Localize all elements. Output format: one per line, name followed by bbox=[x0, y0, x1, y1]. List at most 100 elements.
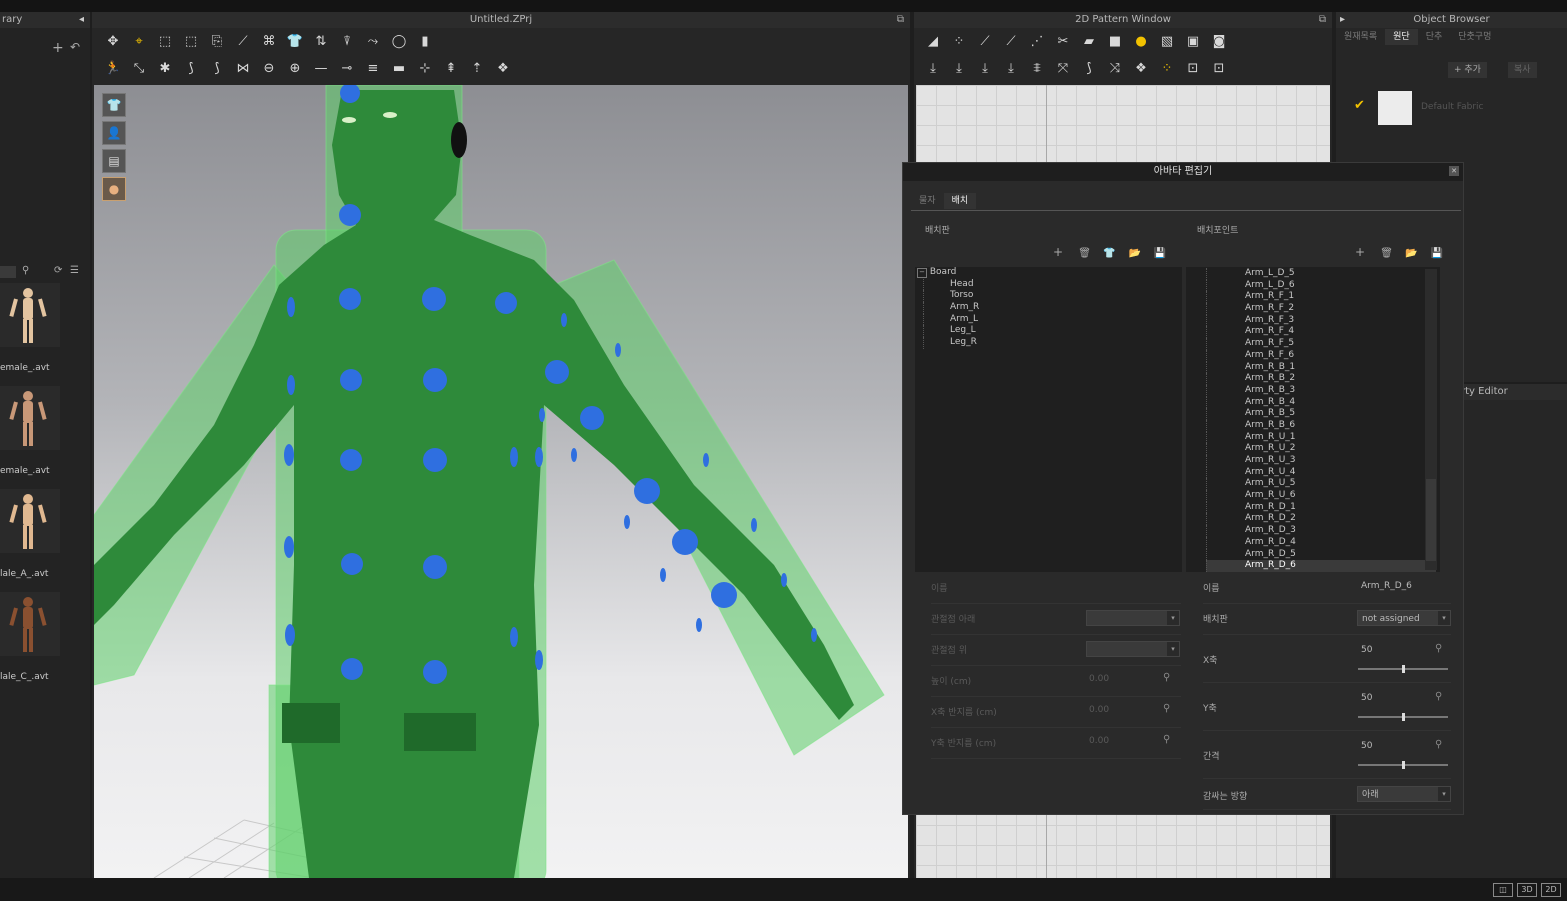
avatar-view-icon[interactable]: 👤 bbox=[102, 121, 126, 145]
line-tool-icon[interactable]: — bbox=[311, 60, 331, 78]
delete-point-icon[interactable]: 🗑 bbox=[1380, 248, 1402, 259]
rectangle-icon[interactable]: ■ bbox=[1105, 33, 1125, 51]
pleat-icon[interactable]: ⤓ bbox=[975, 60, 995, 78]
list-item[interactable]: Arm_R_U_1 bbox=[1206, 431, 1436, 444]
circle-yellow-icon[interactable]: ● bbox=[1131, 33, 1151, 51]
list-item[interactable]: Arm_R_U_5 bbox=[1206, 478, 1436, 491]
list-item[interactable]: Arm_R_D_6 bbox=[1206, 560, 1436, 572]
points-scrollbar[interactable] bbox=[1425, 269, 1437, 570]
avatar-thumbnail[interactable] bbox=[0, 386, 60, 450]
pin-icon[interactable]: ⚲ bbox=[1163, 672, 1170, 683]
pin-icon[interactable]: ⚲ bbox=[1435, 691, 1442, 702]
add-point-icon[interactable]: ⋰ bbox=[1027, 33, 1047, 51]
list-item[interactable]: Arm_R_F_1 bbox=[1206, 291, 1436, 304]
garment-tool-icon[interactable]: 👕 bbox=[285, 33, 305, 51]
transform-tool-icon[interactable]: ⌖ bbox=[129, 33, 149, 51]
polygon-icon[interactable]: ▰ bbox=[1079, 33, 1099, 51]
add-board-icon[interactable]: + bbox=[1053, 245, 1075, 259]
text-icon[interactable]: ⊡ bbox=[1209, 60, 1229, 78]
avatar-thumbnail-label[interactable]: emale_.avt bbox=[0, 466, 50, 476]
list-item[interactable]: Arm_R_B_4 bbox=[1206, 396, 1436, 409]
list-item[interactable]: Arm_R_F_6 bbox=[1206, 349, 1436, 362]
list-item[interactable]: Arm_L_D_6 bbox=[1206, 279, 1436, 292]
arrange-point-icon[interactable]: ✱ bbox=[155, 60, 175, 78]
dart-icon[interactable]: ⤓ bbox=[923, 60, 943, 78]
tab-avatar-editor[interactable]: 배치 bbox=[943, 193, 977, 209]
tree-item[interactable]: Torso bbox=[923, 290, 1182, 303]
gap-slider-knob[interactable] bbox=[1402, 761, 1405, 769]
copy-fabric-button[interactable]: 복사 bbox=[1508, 62, 1537, 78]
gap-value[interactable]: 50 bbox=[1361, 741, 1372, 751]
delete-board-icon[interactable]: 🗑 bbox=[1078, 248, 1100, 259]
wrap-direction-dropdown[interactable]: 아래 ▾ bbox=[1357, 786, 1451, 802]
internal-circle-icon[interactable]: ◙ bbox=[1209, 33, 1229, 51]
y-axis-value[interactable]: 50 bbox=[1361, 693, 1372, 703]
shirt-icon[interactable]: ⇡ bbox=[467, 60, 487, 78]
tab-object-browser[interactable]: 원재목록 bbox=[1336, 29, 1385, 45]
joint-below-dropdown[interactable]: ▾ bbox=[1086, 610, 1180, 626]
refresh-icon[interactable]: ⟳ bbox=[54, 265, 62, 276]
list-item[interactable]: Arm_R_U_2 bbox=[1206, 443, 1436, 455]
circle-tool-icon[interactable]: ⊕ bbox=[285, 60, 305, 78]
fabric-item[interactable]: ✔ Default Fabric bbox=[1336, 88, 1567, 128]
cut-icon[interactable]: ✂ bbox=[1053, 33, 1073, 51]
point-name-value[interactable]: Arm_R_D_6 bbox=[1361, 581, 1412, 591]
tree-item[interactable]: Leg_R bbox=[923, 337, 1182, 349]
brush-tool-icon[interactable]: ⤳ bbox=[363, 33, 383, 51]
add-fabric-button[interactable]: + 추가 bbox=[1448, 62, 1487, 78]
list-item[interactable]: Arm_R_B_3 bbox=[1206, 384, 1436, 397]
split-view-button[interactable]: ◫ bbox=[1493, 883, 1513, 897]
internal-rect-icon[interactable]: ▣ bbox=[1183, 33, 1203, 51]
arrange-icon[interactable]: ⤡ bbox=[129, 60, 149, 78]
fold-tool-icon[interactable]: ⎘ bbox=[207, 33, 227, 51]
zipper-icon[interactable]: ⊸ bbox=[337, 60, 357, 78]
list-item[interactable]: Arm_R_F_5 bbox=[1206, 338, 1436, 350]
close-icon[interactable]: ✕ bbox=[1449, 166, 1459, 176]
list-item[interactable]: Arm_R_U_4 bbox=[1206, 466, 1436, 479]
x-radius-value[interactable]: 0.00 bbox=[1089, 705, 1109, 715]
tab-avatar-editor[interactable]: 물자 bbox=[911, 193, 944, 209]
board-tree[interactable]: − Board Head Torso Arm_R Arm_L Leg_L Leg_R bbox=[915, 267, 1182, 572]
check-sew-icon[interactable]: ❖ bbox=[1131, 60, 1151, 78]
pattern-view-icon[interactable]: ▤ bbox=[102, 149, 126, 173]
y-radius-value[interactable]: 0.00 bbox=[1089, 736, 1109, 746]
graphic-icon[interactable]: ⊡ bbox=[1183, 60, 1203, 78]
segment-sew-icon[interactable]: ⤧ bbox=[1053, 60, 1073, 78]
save-board-icon[interactable]: 💾 bbox=[1154, 248, 1176, 259]
transform-2d-icon[interactable]: ◢ bbox=[923, 33, 943, 51]
list-item[interactable]: Arm_R_F_4 bbox=[1206, 326, 1436, 339]
view-2d-button[interactable]: 2D bbox=[1541, 883, 1561, 897]
show-tool-icon[interactable]: ⍒ bbox=[337, 33, 357, 51]
fit-tool-icon[interactable]: ⇅ bbox=[311, 33, 331, 51]
pin-tool-icon[interactable]: ⟋ bbox=[233, 33, 253, 51]
list-view-icon[interactable]: ☰ bbox=[70, 265, 79, 276]
pin-icon[interactable]: ⚲ bbox=[1435, 739, 1442, 750]
list-item[interactable]: Arm_R_B_2 bbox=[1206, 373, 1436, 385]
puncture-icon[interactable]: ⊹ bbox=[415, 60, 435, 78]
pin-icon[interactable]: ⚲ bbox=[1163, 734, 1170, 745]
tree-item[interactable]: Arm_R bbox=[923, 302, 1182, 314]
free-sew-icon[interactable]: ⟆ bbox=[1079, 60, 1099, 78]
popout-icon[interactable]: ⧉ bbox=[1319, 12, 1326, 28]
internal-polygon-icon[interactable]: ▧ bbox=[1157, 33, 1177, 51]
tack-tool-icon[interactable]: ⌘ bbox=[259, 33, 279, 51]
list-item[interactable]: Arm_R_F_2 bbox=[1206, 303, 1436, 315]
back-icon[interactable]: ↶ bbox=[70, 40, 80, 54]
open-board-icon[interactable]: 📂 bbox=[1129, 248, 1151, 259]
list-item[interactable]: Arm_R_F_3 bbox=[1206, 314, 1436, 327]
tree-item[interactable]: Head bbox=[923, 278, 1182, 291]
list-item[interactable]: Arm_R_D_5 bbox=[1206, 548, 1436, 561]
select-tool-icon[interactable]: ✥ bbox=[103, 33, 123, 51]
notch-icon[interactable]: ⤓ bbox=[1001, 60, 1021, 78]
garment-view-icon[interactable]: 👕 bbox=[102, 93, 126, 117]
search-icon[interactable]: ⚲ bbox=[22, 265, 29, 276]
library-search-input[interactable] bbox=[0, 266, 16, 278]
tab-object-browser[interactable]: 단추 bbox=[1418, 29, 1451, 45]
point-board-dropdown[interactable]: not assigned ▾ bbox=[1357, 610, 1451, 626]
avatar-thumbnail[interactable] bbox=[0, 283, 60, 347]
tree-root[interactable]: − Board bbox=[915, 267, 1182, 279]
texture-icon[interactable]: ❖ bbox=[493, 60, 513, 78]
stitch-icon[interactable]: ⋈ bbox=[233, 60, 253, 78]
list-item[interactable]: Arm_R_B_5 bbox=[1206, 408, 1436, 420]
list-item[interactable]: Arm_R_D_1 bbox=[1206, 501, 1436, 514]
